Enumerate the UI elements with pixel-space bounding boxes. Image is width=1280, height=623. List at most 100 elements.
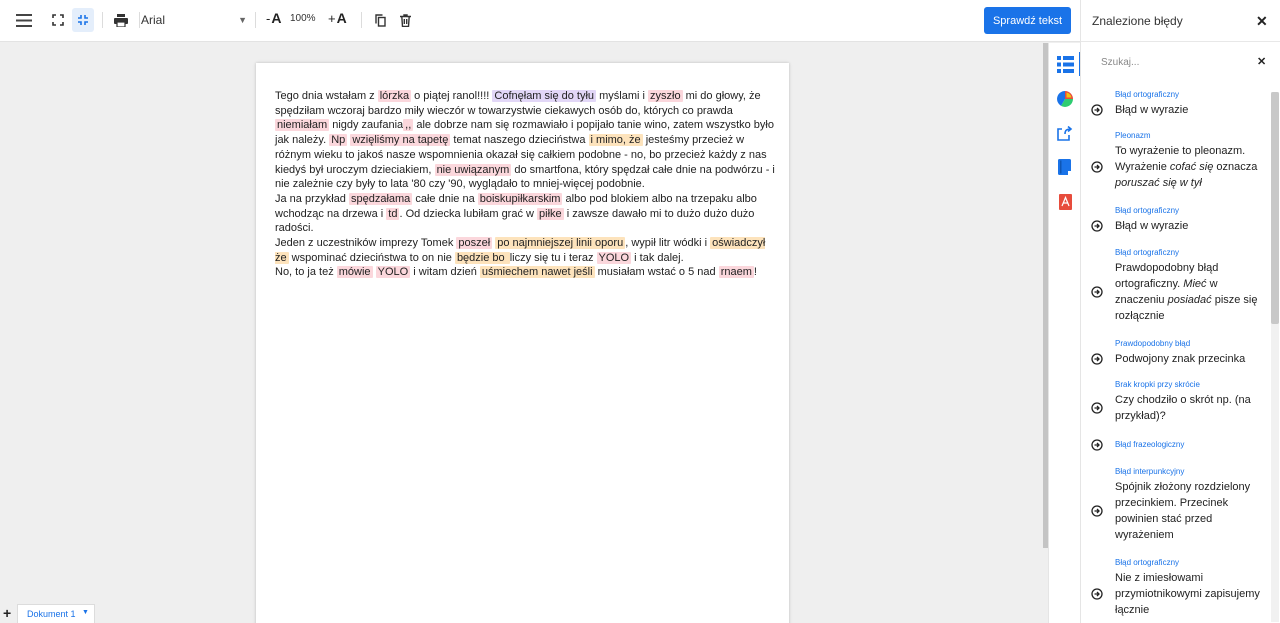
error-category: Pleonazm <box>1115 131 1151 140</box>
error-description-segment: Czy chodziło o skrót np. (na przykład)? <box>1115 394 1251 422</box>
pdf-icon[interactable] <box>1049 186 1081 218</box>
toolbar-divider <box>361 12 362 28</box>
error-description-segment: Błąd w wyrazie <box>1115 104 1189 116</box>
document-text-segment: o piątej ranol!!!! <box>411 90 493 102</box>
statistics-icon[interactable] <box>1049 83 1081 115</box>
document-text-segment: musiałam wstać o 5 nad <box>594 266 719 279</box>
document-text-segment: Tego dnia wstałam z <box>275 90 378 102</box>
export-icon[interactable] <box>1049 117 1081 149</box>
error-highlight[interactable]: będzie bo <box>454 251 510 264</box>
toolbar-divider <box>139 12 140 28</box>
error-highlight[interactable]: boiskupiłkarskim <box>477 192 563 205</box>
error-description: Prawdopodobny błąd ortograficzny. Mieć w… <box>1115 260 1265 324</box>
error-description-segment: Nie z imiesłowami przymiotnikowymi zapis… <box>1115 572 1260 616</box>
go-to-error-icon[interactable] <box>1091 505 1103 517</box>
error-description: Podwojony znak przecinka <box>1115 351 1265 367</box>
font-family-value: Arial <box>141 13 166 27</box>
go-to-error-icon[interactable] <box>1091 161 1103 173</box>
search-input[interactable] <box>1101 54 1241 70</box>
error-highlight[interactable]: YOLO <box>596 251 632 264</box>
error-highlight[interactable]: rnaem <box>718 266 754 279</box>
dictionary-icon[interactable] <box>1049 151 1081 183</box>
error-highlight[interactable]: ,, <box>403 119 414 132</box>
error-category: Błąd ortograficzny <box>1115 558 1180 567</box>
tab-document-1[interactable]: Dokument 1 ▼ <box>17 604 95 623</box>
go-to-error-icon[interactable] <box>1091 286 1103 298</box>
error-description: Błąd w wyrazie <box>1115 218 1265 234</box>
error-category: Błąd interpunkcyjny <box>1115 467 1185 476</box>
errors-panel-scrollbar-thumb[interactable] <box>1271 92 1279 324</box>
error-description: Czy chodziło o skrót np. (na przykład)? <box>1115 392 1265 424</box>
chevron-down-icon[interactable]: ▼ <box>82 609 89 616</box>
error-highlight[interactable]: uśmiechem nawet jeśli <box>479 266 595 279</box>
increase-font-prefix: + <box>328 11 336 26</box>
copy-icon[interactable] <box>369 8 391 32</box>
error-category: Błąd ortograficzny <box>1115 206 1180 215</box>
exit-fullscreen-icon[interactable] <box>72 8 94 32</box>
error-description-segment: posiadać <box>1167 294 1212 306</box>
error-description-segment: Mieć <box>1183 278 1207 290</box>
decrease-font-letter: A <box>271 10 282 26</box>
zoom-level: 100% <box>290 13 316 24</box>
error-highlight[interactable]: nie uwiązanym <box>434 163 512 176</box>
error-highlight[interactable]: YOLO <box>375 266 411 279</box>
tab-document-1-label: Dokument 1 <box>27 609 76 619</box>
errors-panel-title: Znalezione błędy <box>1092 14 1183 28</box>
errors-panel-header: Znalezione błędy ✕ <box>1081 0 1280 42</box>
print-icon[interactable] <box>110 8 132 32</box>
document-text-segment: ! <box>753 266 757 279</box>
chevron-down-icon: ▼ <box>238 15 247 25</box>
go-to-error-icon[interactable] <box>1091 353 1103 365</box>
menu-icon[interactable] <box>13 8 35 32</box>
document-text-segment: temat naszego dzieciństwa <box>450 134 589 147</box>
go-to-error-icon[interactable] <box>1091 439 1103 451</box>
document-paragraph: No, to ja też mówie YOLO i witam dzień u… <box>275 265 775 280</box>
trash-icon[interactable] <box>394 8 416 32</box>
add-document-button[interactable]: + <box>3 605 11 621</box>
clear-search-icon[interactable]: ✕ <box>1257 55 1266 68</box>
error-highlight[interactable]: poszeł <box>456 237 493 250</box>
font-family-select[interactable]: Arial ▼ <box>141 9 247 31</box>
error-highlight[interactable]: wzięliśmy na tapetę <box>350 134 451 147</box>
error-list-icon[interactable] <box>1049 48 1081 80</box>
document-text-segment: i tak dalej. <box>631 251 684 264</box>
error-highlight[interactable]: td <box>386 207 400 220</box>
error-highlight[interactable]: mówie <box>336 266 373 279</box>
error-highlight[interactable]: Np <box>329 134 348 147</box>
increase-font-letter: A <box>336 10 347 26</box>
error-highlight[interactable]: i mimo, że <box>588 134 643 147</box>
document-paragraph: Jeden z uczestników imprezy Tomek poszeł… <box>275 236 775 265</box>
error-highlight[interactable]: piłke <box>537 207 564 220</box>
decrease-font-button[interactable]: -A <box>266 10 281 26</box>
decrease-font-prefix: - <box>266 11 271 26</box>
error-description-segment: poruszać się w tył <box>1115 177 1202 189</box>
error-category: Brak kropki przy skrócie <box>1115 380 1200 389</box>
document-canvas: Tego dnia wstałam z lórzka o piątej rano… <box>0 43 1043 623</box>
error-highlight[interactable]: zyszło <box>648 90 683 102</box>
error-description: To wyrażenie to pleonazm. Wyrażenie cofa… <box>1115 143 1265 191</box>
go-to-error-icon[interactable] <box>1091 220 1103 232</box>
go-to-error-icon[interactable] <box>1091 588 1103 600</box>
check-text-button[interactable]: Sprawdź tekst <box>984 7 1071 34</box>
error-category: Błąd frazeologiczny <box>1115 440 1185 449</box>
error-highlight[interactable]: Cofnęłam się do tyłu <box>492 90 597 102</box>
document-tabs: + Dokument 1 ▼ <box>0 604 96 623</box>
go-to-error-icon[interactable] <box>1091 104 1103 116</box>
error-category: Błąd ortograficzny <box>1115 90 1180 99</box>
error-highlight[interactable]: lórzka <box>377 90 412 102</box>
error-description-segment: cofać się <box>1169 161 1214 173</box>
document-paragraph: Ja na przykład spędzałama całe dnie na b… <box>275 192 775 236</box>
document-text[interactable]: Tego dnia wstałam z lórzka o piątej rano… <box>275 89 775 280</box>
fullscreen-icon[interactable] <box>47 8 69 32</box>
close-icon[interactable]: ✕ <box>1256 13 1268 30</box>
error-highlight[interactable]: spędzałama <box>348 192 413 205</box>
document-text-segment: Jeden z uczestników imprezy Tomek <box>275 237 457 250</box>
side-rail <box>1048 43 1081 623</box>
error-highlight[interactable]: niemiałam <box>275 119 330 132</box>
go-to-error-icon[interactable] <box>1091 402 1103 414</box>
document-page[interactable]: Tego dnia wstałam z lórzka o piątej rano… <box>256 63 789 623</box>
toolbar-divider <box>255 12 256 28</box>
document-text-segment: i witam dzień <box>410 266 480 279</box>
error-highlight[interactable]: po najmniejszej linii oporu <box>495 237 626 250</box>
increase-font-button[interactable]: + A <box>328 10 347 26</box>
